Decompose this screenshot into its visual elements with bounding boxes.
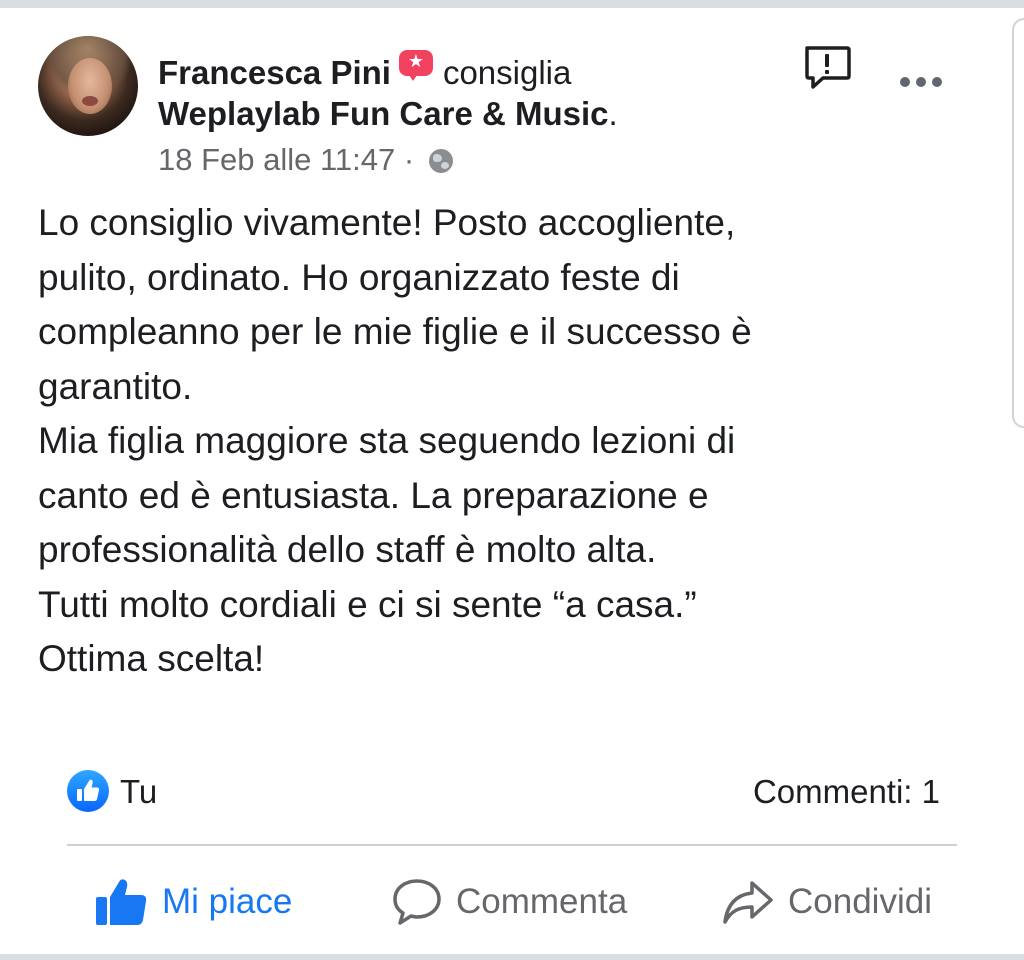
recommended-page-line: Weplaylab Fun Care & Music. — [158, 94, 618, 134]
comment-button[interactable]: Commenta — [392, 870, 627, 934]
divider — [67, 844, 957, 846]
post-header-line: Francesca Pini ★ consiglia — [158, 50, 571, 93]
post-text-line: Ottima scelta! — [38, 638, 265, 679]
action-verb: consiglia — [442, 54, 572, 91]
post-text-line: garantito. — [38, 365, 193, 407]
post-text-line: compleanno per le mie figlie e il succes… — [38, 311, 752, 352]
top-separator — [0, 0, 1024, 8]
post-text-line: professionalità dello staff è molto alta… — [38, 529, 657, 570]
post-text-line: pulito, ordinato. Ho organizzato feste d… — [38, 256, 680, 298]
author-name[interactable]: Francesca Pini — [158, 54, 391, 91]
page-name-suffix: . — [608, 95, 618, 132]
comments-count[interactable]: Commenti: 1 — [753, 772, 940, 812]
dot-icon — [932, 77, 942, 87]
post-text-line: Tutti molto cordiali e ci si sente “a ca… — [38, 583, 697, 625]
recommendation-post: Francesca Pini ★ consiglia Weplaylab Fun C… — [0, 8, 1010, 954]
bottom-separator — [0, 954, 1024, 960]
comment-bubble-icon — [393, 879, 441, 925]
globe-icon — [428, 149, 453, 173]
more-options-button[interactable] — [896, 70, 946, 94]
avatar[interactable] — [38, 36, 138, 136]
share-label: Condividi — [788, 882, 932, 921]
meta-separator: · — [403, 142, 415, 177]
report-button[interactable] — [801, 42, 853, 94]
report-icon — [805, 46, 851, 89]
post-timestamp[interactable]: 18 Feb alle 11:47 — [158, 142, 395, 177]
recommend-star-icon: ★ — [398, 50, 433, 81]
like-label: Mi piace — [162, 882, 293, 921]
post-text-line: Mia figlia maggiore sta seguendo lezioni… — [38, 420, 736, 461]
share-arrow-icon — [723, 881, 773, 924]
comment-label: Commenta — [456, 882, 628, 921]
post-text-line: canto ed è entusiasta. La preparazione e — [38, 474, 709, 516]
adjacent-card-edge — [1012, 18, 1024, 428]
reactors-label[interactable]: Tu — [120, 772, 157, 812]
dot-icon — [916, 77, 926, 87]
like-reaction-icon[interactable] — [67, 770, 109, 812]
dot-icon — [900, 77, 910, 87]
post-meta: 18 Feb alle 11:47 · — [158, 140, 453, 180]
thumbs-up-icon — [96, 879, 147, 925]
share-button[interactable]: Condividi — [722, 870, 932, 934]
thumbs-up-icon — [77, 779, 100, 801]
page-name[interactable]: Weplaylab Fun Care & Music — [158, 95, 609, 132]
like-button[interactable]: Mi piace — [94, 870, 292, 934]
avatar-lips — [82, 96, 98, 106]
post-body: Lo consiglio vivamente! Posto accoglient… — [38, 196, 938, 687]
post-text-line: Lo consiglio vivamente! Posto accoglient… — [38, 202, 736, 243]
